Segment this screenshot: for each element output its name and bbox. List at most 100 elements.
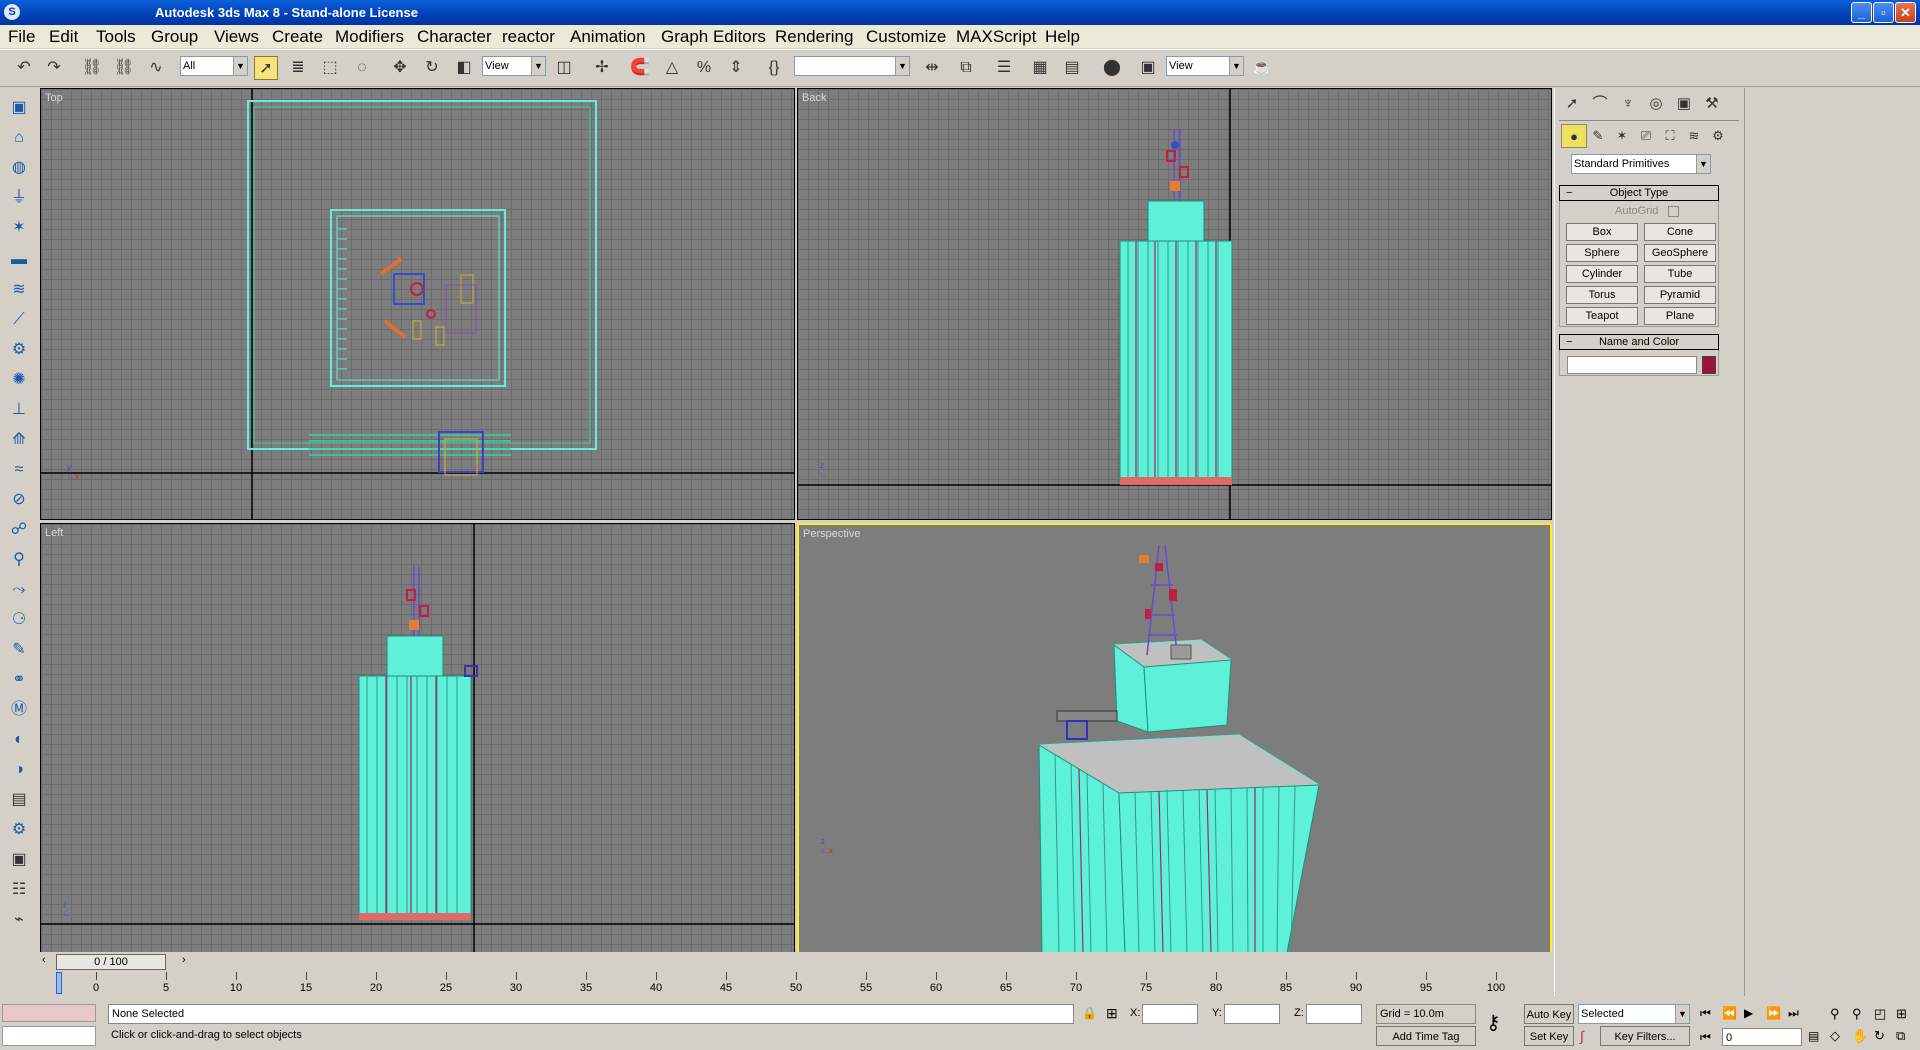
plane-button[interactable]: Plane [1644,307,1716,325]
pivot-point-icon[interactable]: ◫ [552,56,576,80]
field-of-view-icon[interactable]: ◇ [1830,1028,1840,1044]
go-to-start-icon[interactable]: ⏮ [1700,1006,1711,1021]
edit-named-selection-icon[interactable]: {} [762,56,786,80]
pan-view-icon[interactable]: ✋ [1852,1028,1868,1044]
point-to-point-icon[interactable]: ⚲ [7,548,31,572]
unlink-selection-icon[interactable]: ⛓ [112,56,136,80]
helpers-icon[interactable]: ⛶ [1657,124,1683,148]
rope-collection-icon[interactable]: ⏚ [7,186,31,210]
menu-rendering[interactable]: Rendering [775,27,853,47]
ball-socket-icon[interactable]: ◐ [7,728,31,752]
default-in-out-tangent-icon[interactable]: ∫ [1580,1028,1584,1044]
previous-frame-icon[interactable]: ⏪ [1722,1006,1737,1020]
category-dropdown[interactable]: Standard Primitives ▼ [1571,154,1711,174]
prismatic-icon[interactable]: ⤳ [7,578,31,602]
menu-reactor[interactable]: reactor [502,27,555,47]
deforming-mesh-icon[interactable]: ✶ [7,216,31,240]
zoom-extents-icon[interactable]: ◰ [1874,1006,1886,1022]
motor-icon[interactable]: ⚙ [7,338,31,362]
box-button[interactable]: Box [1566,223,1638,241]
play-icon[interactable]: ▶ [1744,1006,1753,1020]
x-coordinate-field[interactable] [1142,1004,1198,1024]
maxscript-input[interactable] [2,1026,96,1046]
close-icon[interactable]: ✕ [1895,2,1916,23]
object-type-rollout[interactable]: − Object Type [1559,185,1719,201]
time-slider-prev-icon[interactable]: ‹ [42,954,46,966]
analyze-world-icon[interactable]: ▤ [7,788,31,812]
utilities-tab-icon[interactable]: ⚒ [1699,92,1725,116]
track-bar[interactable]: 0 5 10 15 20 25 30 35 40 45 50 55 60 65 … [38,972,1552,996]
display-tab-icon[interactable]: ▣ [1671,92,1697,116]
manipulate-icon[interactable]: ✢ [590,56,614,80]
viewport-left[interactable]: Left z ∟ [40,523,795,955]
window-crossing-icon[interactable]: ◌ [350,56,374,80]
menu-graph-editors[interactable]: Graph Editors [661,27,766,47]
viewport-top[interactable]: Top y ∟x [40,88,795,520]
viewport-back[interactable]: Back z ∟ [797,88,1552,520]
car-wheel-icon[interactable]: ⚆ [7,608,31,632]
torus-button[interactable]: Torus [1566,286,1638,304]
y-coordinate-field[interactable] [1224,1004,1280,1024]
space-warps-icon[interactable]: ≋ [1681,124,1707,148]
hinge-constraint-icon[interactable]: ☍ [7,518,31,542]
mini-curve-editor-icon[interactable]: ⌁ [7,908,31,932]
create-tab-icon[interactable]: ➚ [1559,92,1585,116]
time-configuration-icon[interactable]: ▤ [1808,1029,1819,1043]
maximize-viewport-icon[interactable]: ⧉ [1896,1028,1905,1044]
restore-icon[interactable]: ▫ [1873,2,1894,23]
reference-coordinate-dropdown[interactable]: View ▼ [482,56,546,76]
soft-body-collection-icon[interactable]: ◍ [7,156,31,180]
cylinder-button[interactable]: Cylinder [1566,265,1638,283]
select-and-rotate-icon[interactable]: ↻ [420,56,444,80]
object-color-swatch[interactable] [1702,356,1716,374]
zoom-all-icon[interactable]: ⚲ [1852,1006,1862,1022]
point-path-icon[interactable]: ✎ [7,638,31,662]
next-frame-icon[interactable]: ⏩ [1766,1006,1781,1020]
add-time-tag-button[interactable]: Add Time Tag [1376,1026,1476,1046]
render-view-dropdown[interactable]: View ▼ [1166,56,1244,76]
key-icon[interactable]: ⚷ [1486,1010,1501,1035]
key-mode-dropdown[interactable]: Selected ▼ [1578,1004,1690,1024]
select-and-link-icon[interactable]: ⛓ [80,56,104,80]
modify-tab-icon[interactable]: ⌒ [1587,92,1613,116]
lock-selection-icon[interactable]: 🔒 [1082,1006,1097,1020]
menu-customize[interactable]: Customize [866,27,946,47]
current-frame-marker[interactable] [56,972,62,994]
menu-create[interactable]: Create [272,27,323,47]
properties-list-icon[interactable]: ☷ [7,878,31,902]
rectangular-selection-icon[interactable]: ⬚ [318,56,342,80]
create-animation-icon[interactable]: ▣ [7,848,31,872]
geosphere-button[interactable]: GeoSphere [1644,244,1716,262]
quick-render-teapot-icon[interactable]: ☕ [1250,56,1274,80]
z-coordinate-field[interactable] [1306,1004,1362,1024]
key-filters-button[interactable]: Key Filters... [1600,1026,1690,1046]
angle-snap-icon[interactable]: △ [660,56,684,80]
rigid-body-collection-icon[interactable]: ▣ [7,96,31,120]
selection-filter-dropdown[interactable]: All ▼ [180,56,248,76]
teapot-button[interactable]: Teapot [1566,307,1638,325]
select-by-name-icon[interactable]: ≣ [286,56,310,80]
motion-tab-icon[interactable]: ◎ [1643,92,1669,116]
spinner-snap-icon[interactable]: ⇕ [724,56,748,80]
object-name-input[interactable] [1567,356,1697,374]
menu-edit[interactable]: Edit [49,27,78,47]
zoom-extents-all-icon[interactable]: ⊞ [1896,1006,1907,1022]
redo-icon[interactable]: ↷ [42,56,66,80]
cameras-icon[interactable]: ⎚ [1633,124,1659,148]
sphere-button[interactable]: Sphere [1566,244,1638,262]
bind-to-space-warp-icon[interactable]: ∿ [144,56,168,80]
go-to-end-icon[interactable]: ⏭ [1788,1006,1799,1021]
set-key-button[interactable]: Set Key [1524,1026,1574,1046]
time-slider[interactable]: ‹ 0 / 100 › [38,952,1552,972]
zoom-icon[interactable]: ⚲ [1830,1006,1840,1022]
undo-icon[interactable]: ↶ [12,56,36,80]
menu-character[interactable]: Character [417,27,492,47]
named-selection-sets-dropdown[interactable]: ▼ [794,56,910,76]
select-and-scale-icon[interactable]: ◧ [452,56,476,80]
geometry-icon[interactable]: ● [1561,124,1587,148]
percent-snap-icon[interactable]: % [692,56,716,80]
render-scene-icon[interactable]: ▣ [1136,56,1160,80]
current-frame-field[interactable]: 0 [1722,1028,1802,1046]
auto-key-button[interactable]: Auto Key [1524,1004,1574,1024]
properties-icon[interactable]: ◑ [7,758,31,782]
